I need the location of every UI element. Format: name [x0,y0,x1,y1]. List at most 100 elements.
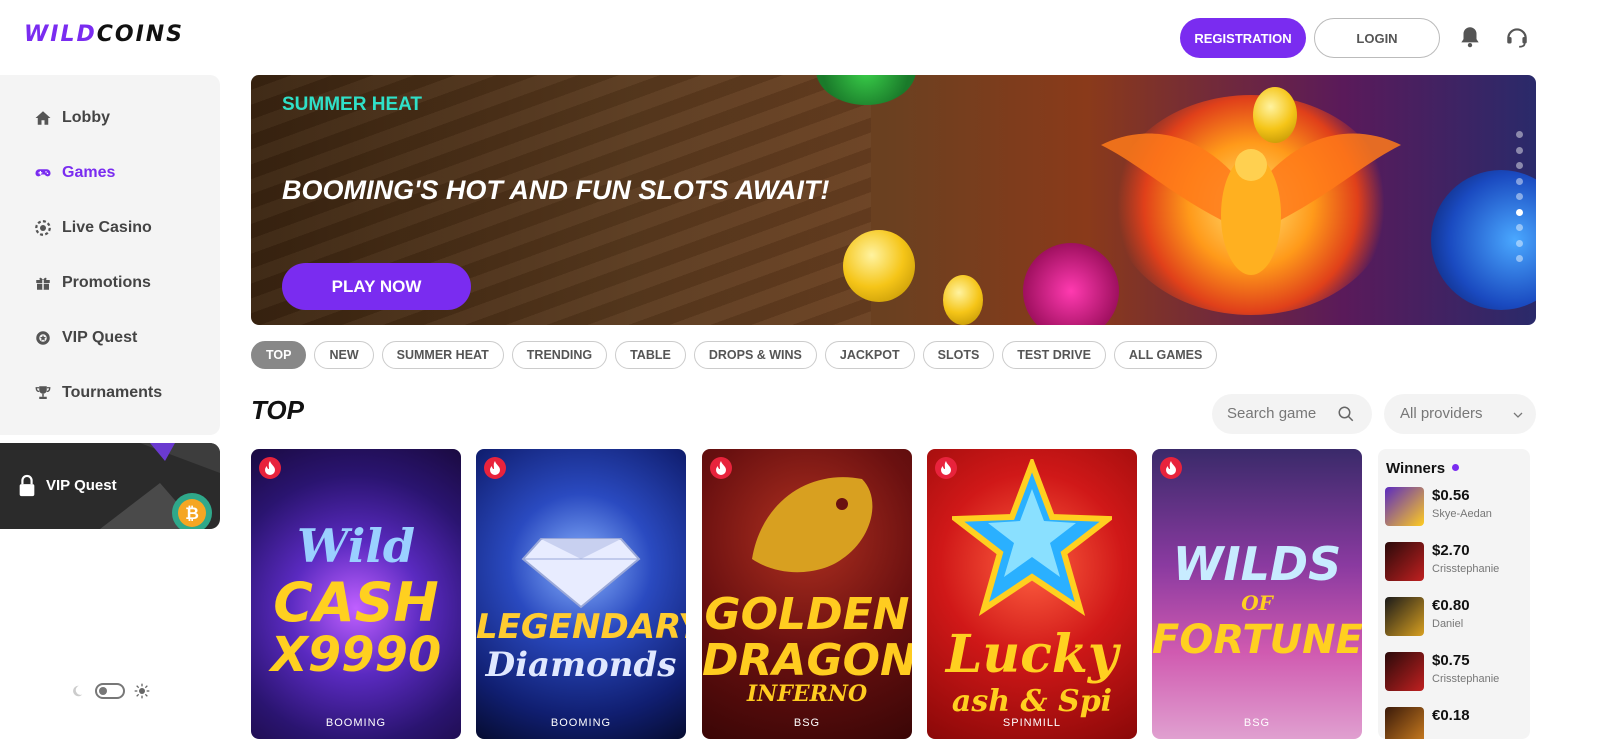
filter-chip[interactable]: SLOTS [922,341,995,369]
play-now-button[interactable]: PLAY NOW [282,263,471,310]
sidebar-item-label: Games [62,164,116,181]
game-provider: BSG [793,717,821,729]
game-provider: BSG [1243,717,1271,729]
vip-quest-banner[interactable]: VIP Quest ₿ [0,443,220,529]
live-indicator-icon [1452,464,1459,471]
winner-game-thumbnail [1385,652,1424,691]
pagination-dot[interactable] [1516,224,1523,231]
sidebar-item-tournaments[interactable]: Tournaments [0,373,220,413]
sidebar-item-promotions[interactable]: Promotions [0,263,220,303]
sidebar-nav: Lobby Games Live Casino Promotions VIP Q… [0,75,220,435]
winner-username: Crisstephanie [1432,673,1500,685]
filter-chip[interactable]: TEST DRIVE [1002,341,1106,369]
winner-row[interactable]: €0.80 Daniel [1385,597,1525,639]
vip-banner-label: VIP Quest [46,477,117,494]
game-provider: BOOMING [325,717,387,729]
diamond-artwork [521,538,641,609]
pagination-dot[interactable] [1516,131,1523,138]
search-placeholder: Search game [1227,405,1317,422]
pagination-dot[interactable] [1516,193,1523,200]
filter-chip[interactable]: JACKPOT [824,341,915,369]
game-provider: SPINMILL [1002,717,1062,729]
winner-row[interactable]: $0.75 Crisstephanie [1385,652,1525,694]
winner-username: Crisstephanie [1432,563,1500,575]
wildcoins-logo[interactable]: WILDCOINS [24,22,184,47]
game-title-line: LEGENDARY [476,607,686,647]
filter-chip[interactable]: TOP [251,341,307,369]
sidebar-item-live-casino[interactable]: Live Casino [0,208,220,248]
trophy-icon [34,384,52,402]
game-tile[interactable]: WILDS OF FORTUNE BSG [1152,449,1362,739]
pagination-dot[interactable] [1516,255,1523,262]
sun-icon [134,683,150,704]
logo-coins-text: COINS [96,22,185,47]
hero-tag: SUMMER HEAT [282,94,423,115]
game-tile[interactable]: GOLDEN DRAGON INFERNO BSG [702,449,912,739]
game-tile[interactable]: LEGENDARY Diamonds BOOMING [476,449,686,739]
sidebar-item-label: Promotions [62,274,151,291]
game-title-line: ash & Spi [951,684,1113,719]
providers-dropdown[interactable]: All providers [1384,394,1536,434]
filter-chip[interactable]: TRENDING [511,341,608,369]
hero-banner[interactable]: SUMMER HEAT BOOMING'S HOT AND FUN SLOTS … [251,75,1536,325]
sidebar-item-vip-quest[interactable]: VIP Quest [0,318,220,358]
bitcoin-coin-icon: ₿ [168,491,212,529]
search-icon[interactable] [1337,405,1355,423]
winner-game-thumbnail [1385,707,1424,739]
winners-panel: Winners $0.56 Skye-Aedan $2.70 Crissteph… [1378,449,1530,739]
login-button[interactable]: LOGIN [1314,18,1440,58]
winner-row[interactable]: €0.18 [1385,707,1525,739]
theme-toggle[interactable] [70,682,160,702]
winner-row[interactable]: $0.56 Skye-Aedan [1385,487,1525,529]
hero-headline: BOOMING'S HOT AND FUN SLOTS AWAIT! [282,175,830,205]
filter-chip[interactable]: ALL GAMES [1113,341,1218,369]
game-title-line: GOLDEN [704,589,910,640]
filter-chip[interactable]: TABLE [615,341,686,369]
fire-icon [1160,457,1182,479]
game-tile[interactable]: Wild CASH X9990 BOOMING [251,449,461,739]
game-provider: BOOMING [550,717,612,729]
coin-artwork [843,230,915,302]
pagination-dot[interactable] [1516,146,1523,154]
moon-icon [70,684,84,703]
top-header: WILDCOINS REGISTRATION LOGIN [0,0,1600,74]
pagination-dot[interactable] [1516,208,1523,216]
filter-chip[interactable]: DROPS & WINS [693,341,817,369]
sidebar-item-label: Tournaments [62,384,163,401]
lock-icon [16,474,38,503]
toggle-switch[interactable] [95,683,125,699]
winner-amount: $0.56 [1432,487,1470,504]
winner-username: Skye-Aedan [1432,508,1492,520]
pagination-dot[interactable] [1516,177,1523,185]
winner-amount: €0.18 [1432,707,1470,724]
hero-pagination [1516,131,1524,271]
winners-title: Winners [1386,460,1446,477]
game-title-line: Lucky [945,624,1119,685]
registration-button[interactable]: REGISTRATION [1180,18,1306,58]
winner-amount: $2.70 [1432,542,1470,559]
logo-wild-text: WILD [24,22,97,47]
sidebar-item-label: Live Casino [62,219,152,236]
pagination-dot[interactable] [1516,162,1523,169]
gamepad-icon [34,164,52,182]
winner-row[interactable]: $2.70 Crisstephanie [1385,542,1525,584]
winner-game-thumbnail [1385,487,1424,526]
filter-chip[interactable]: NEW [314,341,374,369]
coin-artwork [1253,87,1297,143]
pagination-dot[interactable] [1516,239,1523,247]
bell-icon[interactable] [1457,24,1483,50]
sidebar-item-lobby[interactable]: Lobby [0,98,220,138]
sidebar-item-games[interactable]: Games [0,153,220,193]
svg-text:₿: ₿ [185,504,199,524]
winner-game-thumbnail [1385,597,1424,636]
section-title: TOP [251,395,304,425]
game-tile[interactable]: Lucky ash & Spi SPINMILL [927,449,1137,739]
filter-chip[interactable]: SUMMER HEAT [381,341,504,369]
headset-icon[interactable] [1504,24,1530,50]
winner-amount: $0.75 [1432,652,1470,669]
game-title-line: INFERNO [746,681,868,707]
game-title-line: X9990 [270,627,442,683]
search-game-input[interactable]: Search game [1212,394,1372,434]
game-title-line: DRAGON [702,635,912,686]
gift-icon [34,274,52,292]
